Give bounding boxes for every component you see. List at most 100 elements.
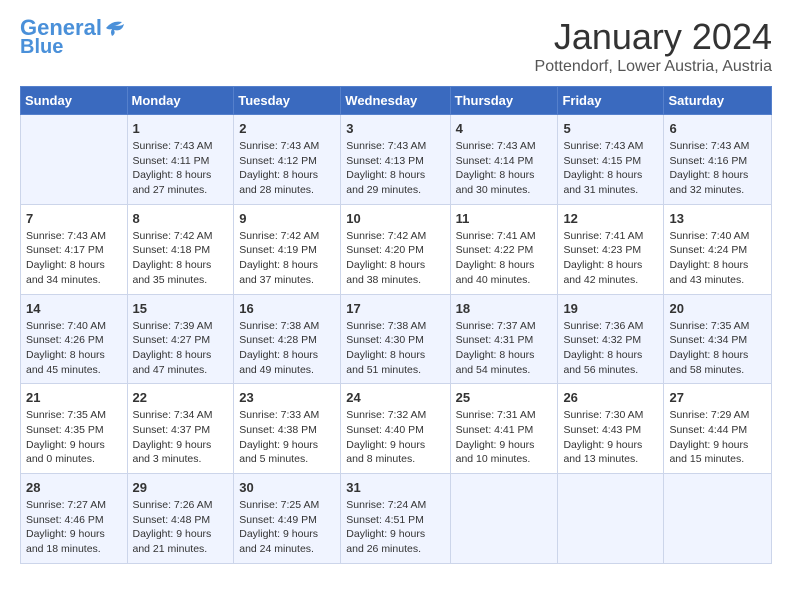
day-info: Sunrise: 7:43 AM Sunset: 4:14 PM Dayligh…	[456, 139, 553, 198]
calendar-cell: 5 Sunrise: 7:43 AM Sunset: 4:15 PM Daylig…	[558, 115, 664, 205]
day-number: 1	[133, 121, 229, 136]
weekday-header-saturday: Saturday	[664, 87, 772, 115]
calendar-cell: 13 Sunrise: 7:40 AM Sunset: 4:24 PM Dayli…	[664, 204, 772, 294]
calendar-cell: 19Sunrise: 7:36 AM Sunset: 4:32 PM Dayli…	[558, 294, 664, 384]
calendar-cell: 4 Sunrise: 7:43 AM Sunset: 4:14 PM Daylig…	[450, 115, 558, 205]
day-info: Sunrise: 7:34 AM Sunset: 4:37 PM Dayligh…	[133, 408, 229, 467]
day-number: 28	[26, 480, 122, 495]
calendar-cell: 24 Sunrise: 7:32 AM Sunset: 4:40 PM Dayli…	[341, 384, 450, 474]
day-info: Sunrise: 7:35 AM Sunset: 4:34 PM Dayligh…	[669, 319, 766, 378]
day-number: 17	[346, 301, 444, 316]
day-info: Sunrise: 7:32 AM Sunset: 4:40 PM Dayligh…	[346, 408, 444, 467]
logo-blue: Blue	[20, 36, 63, 58]
day-info: Sunrise: 7:24 AM Sunset: 4:51 PM Dayligh…	[346, 498, 444, 557]
calendar-week-1: 1Sunrise: 7:43 AM Sunset: 4:11 PM Daylig…	[21, 115, 772, 205]
calendar-cell: 15 Sunrise: 7:39 AM Sunset: 4:27 PM Dayli…	[127, 294, 234, 384]
day-number: 8	[133, 211, 229, 226]
calendar-cell	[450, 474, 558, 564]
day-info: Sunrise: 7:36 AM Sunset: 4:32 PM Dayligh…	[563, 319, 658, 378]
day-number: 18	[456, 301, 553, 316]
weekday-header-wednesday: Wednesday	[341, 87, 450, 115]
day-info: Sunrise: 7:33 AM Sunset: 4:38 PM Dayligh…	[239, 408, 335, 467]
day-info: Sunrise: 7:40 AM Sunset: 4:24 PM Dayligh…	[669, 229, 766, 288]
day-number: 20	[669, 301, 766, 316]
day-info: Sunrise: 7:42 AM Sunset: 4:20 PM Dayligh…	[346, 229, 444, 288]
day-info: Sunrise: 7:40 AM Sunset: 4:26 PM Dayligh…	[26, 319, 122, 378]
day-number: 11	[456, 211, 553, 226]
day-info: Sunrise: 7:37 AM Sunset: 4:31 PM Dayligh…	[456, 319, 553, 378]
day-info: Sunrise: 7:43 AM Sunset: 4:16 PM Dayligh…	[669, 139, 766, 198]
calendar-cell	[558, 474, 664, 564]
day-info: Sunrise: 7:43 AM Sunset: 4:13 PM Dayligh…	[346, 139, 444, 198]
day-number: 23	[239, 390, 335, 405]
day-number: 31	[346, 480, 444, 495]
weekday-header-sunday: Sunday	[21, 87, 128, 115]
day-number: 21	[26, 390, 122, 405]
logo: General Blue	[20, 16, 126, 58]
day-info: Sunrise: 7:43 AM Sunset: 4:12 PM Dayligh…	[239, 139, 335, 198]
calendar-cell: 6 Sunrise: 7:43 AM Sunset: 4:16 PM Daylig…	[664, 115, 772, 205]
day-number: 3	[346, 121, 444, 136]
calendar-cell: 10 Sunrise: 7:42 AM Sunset: 4:20 PM Dayli…	[341, 204, 450, 294]
day-number: 22	[133, 390, 229, 405]
calendar-week-2: 7Sunrise: 7:43 AM Sunset: 4:17 PM Daylig…	[21, 204, 772, 294]
calendar-cell: 25 Sunrise: 7:31 AM Sunset: 4:41 PM Dayli…	[450, 384, 558, 474]
calendar-cell: 14 Sunrise: 7:40 AM Sunset: 4:26 PM Dayli…	[21, 294, 128, 384]
day-number: 14	[26, 301, 122, 316]
location-title: Pottendorf, Lower Austria, Austria	[535, 58, 772, 76]
month-title: January 2024	[535, 16, 772, 58]
day-info: Sunrise: 7:38 AM Sunset: 4:28 PM Dayligh…	[239, 319, 335, 378]
day-number: 10	[346, 211, 444, 226]
weekday-header-monday: Monday	[127, 87, 234, 115]
calendar-cell: 3 Sunrise: 7:43 AM Sunset: 4:13 PM Daylig…	[341, 115, 450, 205]
day-info: Sunrise: 7:30 AM Sunset: 4:43 PM Dayligh…	[563, 408, 658, 467]
day-info: Sunrise: 7:29 AM Sunset: 4:44 PM Dayligh…	[669, 408, 766, 467]
calendar-cell: 23 Sunrise: 7:33 AM Sunset: 4:38 PM Dayli…	[234, 384, 341, 474]
calendar-cell: 30 Sunrise: 7:25 AM Sunset: 4:49 PM Dayli…	[234, 474, 341, 564]
calendar-cell: 26 Sunrise: 7:30 AM Sunset: 4:43 PM Dayli…	[558, 384, 664, 474]
calendar-table: SundayMondayTuesdayWednesdayThursdayFrid…	[20, 86, 772, 564]
day-info: Sunrise: 7:31 AM Sunset: 4:41 PM Dayligh…	[456, 408, 553, 467]
calendar-cell: 29Sunrise: 7:26 AM Sunset: 4:48 PM Dayli…	[127, 474, 234, 564]
calendar-cell: 20 Sunrise: 7:35 AM Sunset: 4:34 PM Dayli…	[664, 294, 772, 384]
day-number: 13	[669, 211, 766, 226]
calendar-cell: 27 Sunrise: 7:29 AM Sunset: 4:44 PM Dayli…	[664, 384, 772, 474]
day-info: Sunrise: 7:25 AM Sunset: 4:49 PM Dayligh…	[239, 498, 335, 557]
day-info: Sunrise: 7:26 AM Sunset: 4:48 PM Dayligh…	[133, 498, 229, 557]
day-info: Sunrise: 7:43 AM Sunset: 4:15 PM Dayligh…	[563, 139, 658, 198]
page-header: General Blue January 2024 Pottendorf, Lo…	[20, 16, 772, 76]
day-info: Sunrise: 7:42 AM Sunset: 4:19 PM Dayligh…	[239, 229, 335, 288]
day-number: 26	[563, 390, 658, 405]
calendar-cell: 12Sunrise: 7:41 AM Sunset: 4:23 PM Dayli…	[558, 204, 664, 294]
day-info: Sunrise: 7:39 AM Sunset: 4:27 PM Dayligh…	[133, 319, 229, 378]
day-number: 25	[456, 390, 553, 405]
calendar-cell: 16Sunrise: 7:38 AM Sunset: 4:28 PM Dayli…	[234, 294, 341, 384]
day-number: 30	[239, 480, 335, 495]
calendar-cell: 7Sunrise: 7:43 AM Sunset: 4:17 PM Daylig…	[21, 204, 128, 294]
calendar-week-3: 14 Sunrise: 7:40 AM Sunset: 4:26 PM Dayli…	[21, 294, 772, 384]
calendar-cell	[21, 115, 128, 205]
day-number: 2	[239, 121, 335, 136]
calendar-cell: 1Sunrise: 7:43 AM Sunset: 4:11 PM Daylig…	[127, 115, 234, 205]
day-info: Sunrise: 7:35 AM Sunset: 4:35 PM Dayligh…	[26, 408, 122, 467]
day-number: 6	[669, 121, 766, 136]
day-number: 15	[133, 301, 229, 316]
weekday-header-friday: Friday	[558, 87, 664, 115]
day-number: 5	[563, 121, 658, 136]
day-number: 9	[239, 211, 335, 226]
calendar-cell: 18 Sunrise: 7:37 AM Sunset: 4:31 PM Dayli…	[450, 294, 558, 384]
logo-bird-icon	[104, 18, 126, 38]
calendar-cell: 9 Sunrise: 7:42 AM Sunset: 4:19 PM Daylig…	[234, 204, 341, 294]
day-number: 7	[26, 211, 122, 226]
day-number: 24	[346, 390, 444, 405]
day-number: 4	[456, 121, 553, 136]
weekday-header-tuesday: Tuesday	[234, 87, 341, 115]
calendar-cell: 8Sunrise: 7:42 AM Sunset: 4:18 PM Daylig…	[127, 204, 234, 294]
calendar-cell: 2 Sunrise: 7:43 AM Sunset: 4:12 PM Daylig…	[234, 115, 341, 205]
day-number: 27	[669, 390, 766, 405]
day-info: Sunrise: 7:41 AM Sunset: 4:23 PM Dayligh…	[563, 229, 658, 288]
calendar-week-4: 21 Sunrise: 7:35 AM Sunset: 4:35 PM Dayli…	[21, 384, 772, 474]
day-info: Sunrise: 7:41 AM Sunset: 4:22 PM Dayligh…	[456, 229, 553, 288]
weekday-header-row: SundayMondayTuesdayWednesdayThursdayFrid…	[21, 87, 772, 115]
calendar-cell: 11 Sunrise: 7:41 AM Sunset: 4:22 PM Dayli…	[450, 204, 558, 294]
